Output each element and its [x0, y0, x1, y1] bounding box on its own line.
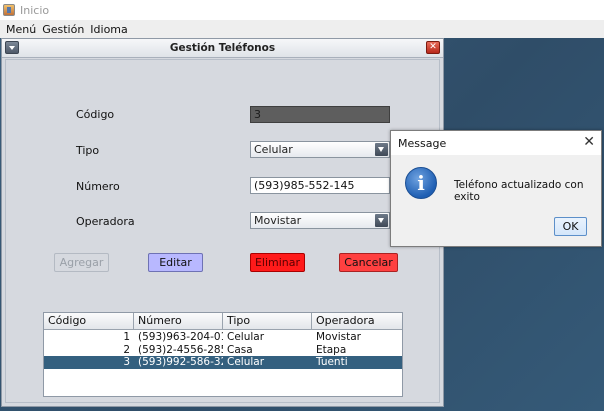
operadora-selected-value: Movistar: [254, 214, 302, 227]
menu-idioma[interactable]: Idioma: [89, 23, 128, 36]
col-header-numero[interactable]: Número: [134, 313, 223, 329]
table-row[interactable]: 2 (593)2-4556-285 Casa Etapa: [44, 344, 402, 357]
operadora-select[interactable]: Movistar: [250, 212, 390, 229]
col-header-codigo[interactable]: Código: [44, 313, 134, 329]
ok-button[interactable]: OK: [554, 217, 587, 236]
dialog-titlebar[interactable]: Message ✕: [391, 131, 601, 155]
cell-operadora: Movistar: [316, 331, 361, 343]
frame-title: Gestión Teléfonos: [169, 42, 276, 54]
col-header-operadora[interactable]: Operadora: [312, 313, 402, 329]
eliminar-button[interactable]: Eliminar: [250, 253, 305, 272]
dialog-title: Message: [398, 136, 447, 150]
numero-label: Número: [76, 180, 120, 193]
editar-button[interactable]: Editar: [148, 253, 203, 272]
chevron-down-icon[interactable]: [375, 143, 388, 156]
cancelar-button[interactable]: Cancelar: [339, 253, 398, 272]
table-row[interactable]: 1 (593)963-204-010 Celular Movistar: [44, 331, 402, 344]
cell-numero: (593)992-586-322: [138, 356, 223, 368]
cell-tipo: Celular: [227, 356, 265, 368]
close-icon[interactable]: ✕: [583, 135, 595, 149]
table-header: Código Número Tipo Operadora: [44, 313, 402, 330]
gestion-telefonos-frame: Gestión Teléfonos ✕ Código 3 Tipo Celula…: [1, 38, 444, 407]
menubar: Menú Gestión Idioma: [0, 20, 604, 38]
frame-titlebar[interactable]: Gestión Teléfonos ✕: [2, 39, 443, 58]
dialog-body: i Teléfono actualizado con exito OK: [391, 155, 601, 246]
codigo-field: 3: [250, 106, 390, 123]
frame-menu-icon[interactable]: [5, 41, 19, 54]
dialog-message: Teléfono actualizado con exito: [454, 179, 584, 203]
tipo-select[interactable]: Celular: [250, 141, 390, 158]
cell-tipo: Casa: [227, 343, 253, 356]
operadora-label: Operadora: [76, 215, 135, 228]
message-dialog: Message ✕ i Teléfono actualizado con exi…: [390, 130, 602, 247]
frame-body: Código 3 Tipo Celular Número (593)985-55…: [5, 59, 440, 403]
table-row-selected[interactable]: 3 (593)992-586-322 Celular Tuenti: [44, 356, 402, 369]
numero-field[interactable]: (593)985-552-145: [250, 177, 390, 194]
frame-close-icon[interactable]: ✕: [426, 41, 440, 54]
cell-codigo: 1: [123, 331, 130, 343]
tipo-selected-value: Celular: [254, 143, 293, 156]
cell-tipo: Celular: [227, 331, 265, 343]
cell-operadora: Tuenti: [316, 356, 348, 368]
tipo-label: Tipo: [76, 144, 100, 157]
codigo-label: Código: [76, 108, 115, 121]
cell-numero: (593)2-4556-285: [138, 343, 223, 356]
window-title: Inicio: [20, 3, 50, 17]
cell-operadora: Etapa: [316, 343, 347, 356]
chevron-down-icon[interactable]: [375, 214, 388, 227]
java-app-icon: [3, 4, 15, 16]
window-titlebar: Inicio: [0, 0, 604, 20]
col-header-tipo[interactable]: Tipo: [223, 313, 312, 329]
menu-gestion[interactable]: Gestión: [41, 23, 85, 36]
agregar-button: Agregar: [54, 253, 109, 272]
cell-codigo: 2: [123, 343, 130, 356]
telefonos-table[interactable]: Código Número Tipo Operadora 1 (593)963-…: [43, 312, 403, 397]
cell-numero: (593)963-204-010: [138, 331, 223, 343]
info-icon: i: [405, 167, 437, 199]
cell-codigo: 3: [123, 356, 130, 368]
menu-menu[interactable]: Menú: [5, 23, 37, 36]
